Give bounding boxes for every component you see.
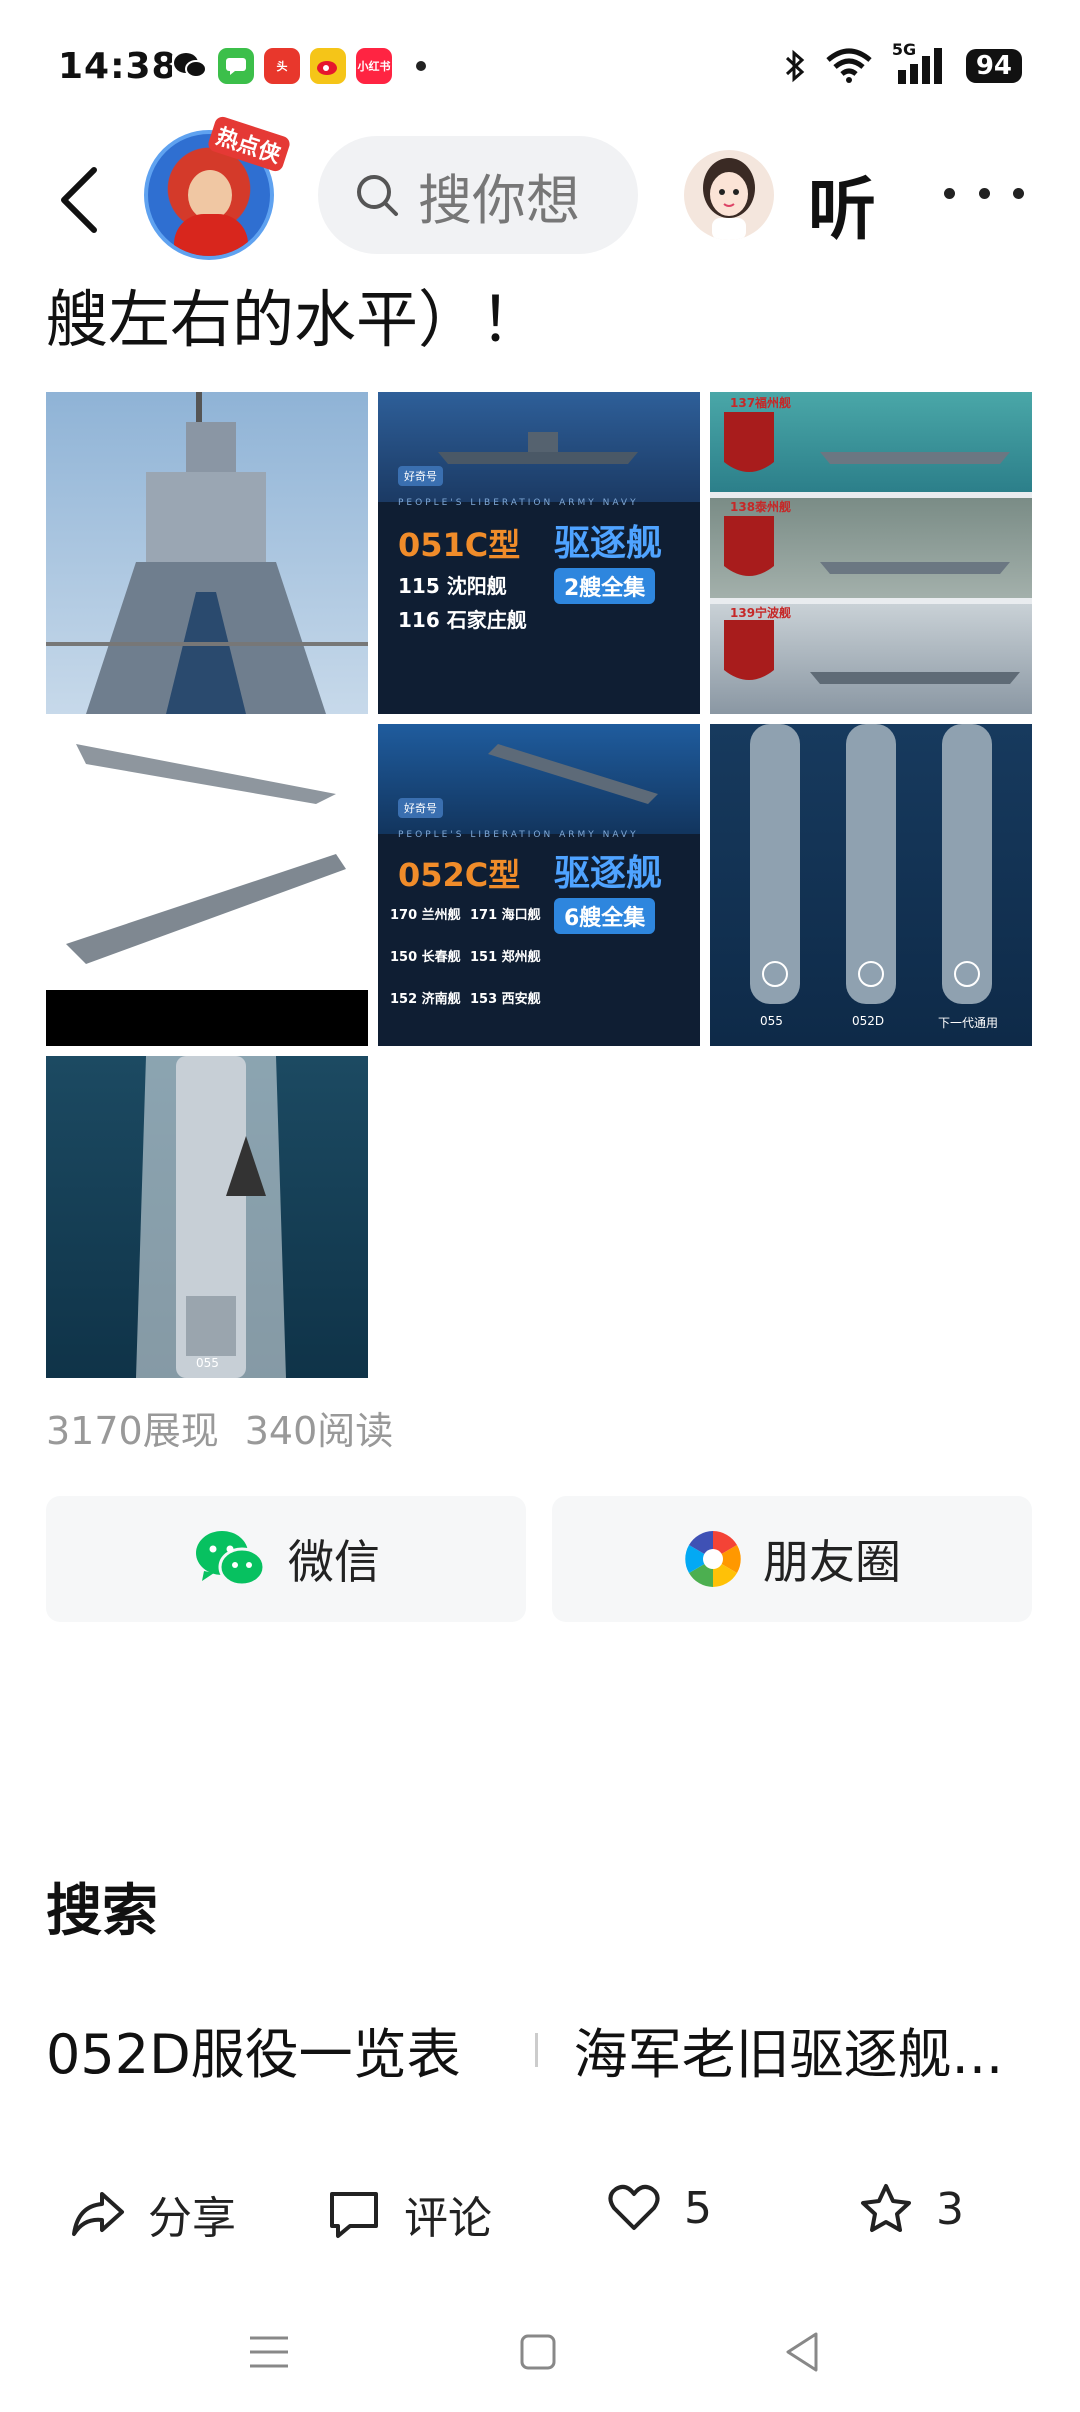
image-badge: 6艘全集 xyxy=(554,898,656,934)
signal-icon: 5G xyxy=(892,40,948,86)
more-options-button[interactable] xyxy=(944,178,1024,208)
toutiao-icon: 头 xyxy=(264,48,300,84)
battery-indicator: 94 xyxy=(965,49,1022,83)
search-icon xyxy=(357,175,398,216)
image-brand: 好奇号 xyxy=(398,466,443,486)
xiaohongshu-icon: 小红书 xyxy=(356,48,392,84)
search-section-title: 搜索 xyxy=(46,1879,158,1944)
comment-icon xyxy=(330,2192,378,2238)
like-count: 5 xyxy=(684,2182,712,2234)
status-bar: 14:38 头 小红书 5G 94 xyxy=(0,0,1080,130)
search-suggestions: 052D服役一览表 海军老旧驱逐舰... xyxy=(46,2010,1036,2089)
notification-icons: 头 小红书 xyxy=(172,48,426,84)
image-label: 055 xyxy=(760,1014,783,1028)
wechat-icon xyxy=(196,1531,266,1587)
search-placeholder: 搜你想 xyxy=(418,168,580,232)
bottom-action-bar: 分享 评论 5 3 xyxy=(0,2160,1080,2260)
listen-button[interactable]: 听 xyxy=(808,154,876,253)
top-bar: 热点侠 搜你想 听 xyxy=(0,114,1080,260)
home-icon[interactable] xyxy=(518,2332,558,2372)
chevron-left-icon xyxy=(61,167,97,233)
more-notifications-dot xyxy=(416,61,426,71)
messages-icon xyxy=(218,48,254,84)
reads-count: 340阅读 xyxy=(244,1409,394,1453)
favorite-action[interactable]: 3 xyxy=(858,2182,964,2236)
image-ship-name: 152 济南舰 xyxy=(390,992,461,1007)
post-stats: 3170展现 340阅读 xyxy=(46,1400,419,1455)
system-nav-bar xyxy=(0,2300,1080,2412)
image-brand: 好奇号 xyxy=(398,798,443,818)
search-input[interactable]: 搜你想 xyxy=(318,136,638,254)
listen-avatar[interactable] xyxy=(684,150,774,240)
share-action-label: 分享 xyxy=(148,2193,236,2244)
dot-icon xyxy=(944,187,955,199)
impressions-count: 3170展现 xyxy=(46,1409,219,1453)
status-time: 14:38 xyxy=(58,46,178,87)
post-image[interactable]: 055 xyxy=(46,1056,368,1378)
image-subtitle: PEOPLE'S LIBERATION ARMY NAVY xyxy=(398,498,639,508)
image-ship-name: 153 西安舰 xyxy=(470,992,541,1007)
image-ship-class: 驱逐舰 xyxy=(554,853,663,894)
dot-icon xyxy=(978,187,990,199)
share-wechat-button[interactable]: 微信 xyxy=(46,1496,526,1622)
share-wechat-label: 微信 xyxy=(288,1535,380,1589)
weibo-icon xyxy=(310,48,346,84)
post-image[interactable]: 137福州舰 138泰州舰 139宁波舰 xyxy=(710,392,1032,714)
image-ship-name: 151 郑州舰 xyxy=(470,950,541,965)
share-action[interactable]: 分享 xyxy=(70,2182,236,2246)
image-ship-name: 171 海口舰 xyxy=(470,908,541,923)
image-label: 137福州舰 xyxy=(730,396,792,410)
share-moments-button[interactable]: 朋友圈 xyxy=(552,1496,1032,1622)
image-ship-type: 052C型 xyxy=(398,856,521,894)
star-icon xyxy=(861,2184,911,2232)
status-right: 5G 94 xyxy=(784,40,1022,86)
comment-action[interactable]: 评论 xyxy=(326,2182,492,2246)
search-suggestion[interactable]: 052D服役一览表 xyxy=(46,2010,461,2089)
comment-action-label: 评论 xyxy=(404,2193,492,2244)
post-image[interactable]: 好奇号 PEOPLE'S LIBERATION ARMY NAVY 052C型 … xyxy=(378,724,700,1046)
like-action[interactable]: 5 xyxy=(606,2182,712,2234)
image-ship-name: 115 沈阳舰 xyxy=(398,574,507,598)
image-ship-class: 驱逐舰 xyxy=(554,523,663,564)
divider xyxy=(534,2032,538,2067)
image-label: 139宁波舰 xyxy=(730,606,792,620)
post-image[interactable] xyxy=(46,392,368,714)
wechat-icon xyxy=(172,48,208,84)
back-nav-icon[interactable] xyxy=(782,2330,822,2374)
back-button[interactable] xyxy=(50,160,110,240)
wifi-icon xyxy=(826,48,872,83)
image-label: 138泰州舰 xyxy=(730,500,792,514)
image-label: 055 xyxy=(196,1356,219,1370)
image-subtitle: PEOPLE'S LIBERATION ARMY NAVY xyxy=(398,830,639,840)
favorite-count: 3 xyxy=(936,2183,964,2235)
image-label: 下一代通用 xyxy=(938,1016,999,1030)
image-ship-name: 150 长春舰 xyxy=(390,950,461,965)
network-type: 5G xyxy=(891,40,917,59)
post-image[interactable]: 055 052D 下一代通用 xyxy=(710,724,1032,1046)
image-ship-type: 051C型 xyxy=(398,526,521,564)
image-badge: 2艘全集 xyxy=(554,568,656,604)
search-suggestion[interactable]: 海军老旧驱逐舰... xyxy=(574,2010,1004,2089)
dot-icon xyxy=(1013,187,1024,199)
image-label: 052D xyxy=(852,1014,885,1028)
image-ship-name: 116 石家庄舰 xyxy=(398,608,527,632)
image-ship-name: 170 兰州舰 xyxy=(390,908,461,923)
moments-icon xyxy=(685,1531,741,1587)
bluetooth-icon xyxy=(785,49,805,83)
heart-icon xyxy=(608,2184,660,2230)
share-icon xyxy=(72,2192,124,2236)
menu-icon[interactable] xyxy=(246,2332,292,2372)
post-image[interactable] xyxy=(46,724,368,1046)
share-moments-label: 朋友圈 xyxy=(763,1535,901,1589)
post-image[interactable]: 好奇号 PEOPLE'S LIBERATION ARMY NAVY 051C型 … xyxy=(378,392,700,714)
post-text: 艘左右的水平）！ xyxy=(46,283,543,356)
